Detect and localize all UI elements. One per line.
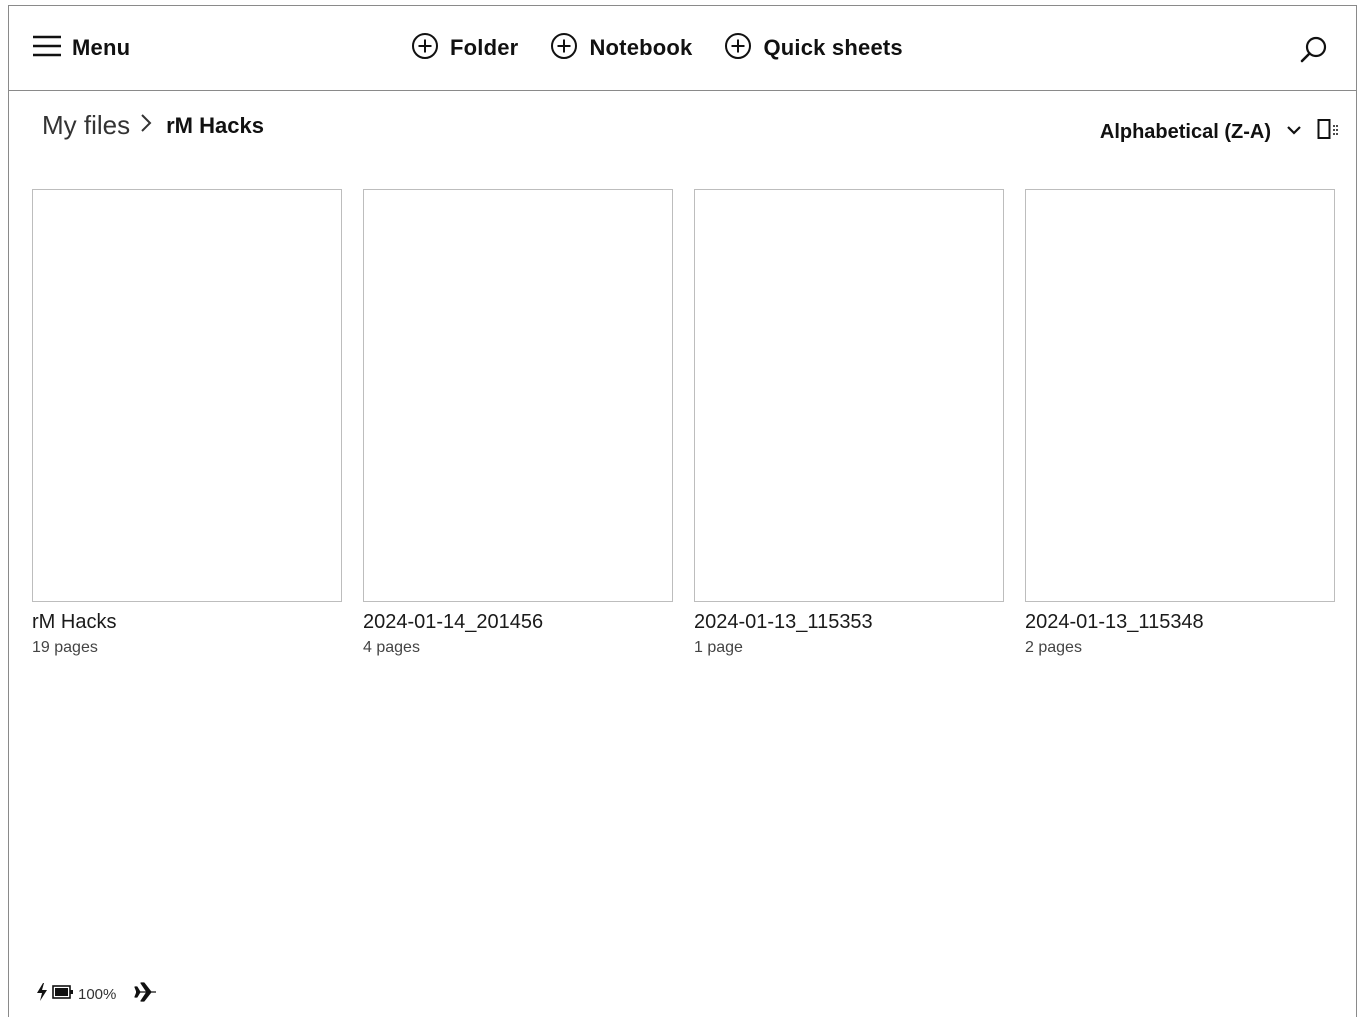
breadcrumb: My files rM Hacks — [42, 110, 264, 141]
document-card[interactable]: 2024-01-13_115348 2 pages — [1025, 189, 1335, 657]
document-card[interactable]: rM Hacks 19 pages — [32, 189, 342, 657]
chevron-down-icon[interactable] — [1285, 123, 1303, 142]
menu-label: Menu — [72, 35, 131, 60]
breadcrumb-my-files[interactable]: My files — [42, 110, 130, 141]
new-folder-label: Folder — [450, 35, 519, 60]
sort-controls: Alphabetical (Z-A) — [1100, 118, 1339, 147]
status-bar: 100% — [36, 981, 158, 1008]
document-card[interactable]: 2024-01-14_201456 4 pages — [363, 189, 673, 657]
menu-button[interactable]: Menu — [32, 32, 130, 64]
quick-sheets-label: Quick sheets — [763, 35, 903, 60]
search-button[interactable] — [1298, 34, 1330, 71]
document-page-count: 1 page — [694, 639, 743, 656]
sort-order-label[interactable]: Alphabetical (Z-A) — [1100, 121, 1271, 144]
chevron-right-icon — [138, 112, 154, 139]
battery-percent: 100% — [78, 986, 117, 1003]
top-toolbar: Menu Folder Notebook Quick sheets — [9, 6, 1356, 91]
document-title: 2024-01-13_115348 — [1025, 611, 1204, 633]
quick-sheets-button[interactable]: Quick sheets — [724, 32, 903, 65]
document-page-count: 2 pages — [1025, 639, 1082, 656]
lightning-icon — [36, 982, 48, 1007]
document-thumbnail[interactable] — [32, 189, 342, 602]
plus-circle-icon — [411, 32, 439, 65]
document-title: rM Hacks — [32, 611, 117, 633]
airplane-icon — [134, 981, 158, 1008]
document-page-count: 19 pages — [32, 639, 98, 656]
search-icon — [1298, 36, 1330, 70]
new-folder-button[interactable]: Folder — [411, 32, 518, 65]
document-grid: rM Hacks 19 pages 2024-01-14_201456 4 pa… — [32, 189, 1356, 657]
plus-circle-icon — [550, 32, 578, 65]
hamburger-icon — [32, 34, 62, 63]
document-thumbnail[interactable] — [694, 189, 1004, 602]
document-title: 2024-01-14_201456 — [363, 611, 544, 633]
plus-circle-icon — [724, 32, 752, 65]
breadcrumb-current: rM Hacks — [166, 112, 264, 138]
document-card[interactable]: 2024-01-13_115353 1 page — [694, 189, 1004, 657]
new-notebook-label: Notebook — [589, 35, 693, 60]
document-thumbnail[interactable] — [363, 189, 673, 602]
view-toggle-icon[interactable] — [1317, 118, 1339, 147]
create-actions: Folder Notebook Quick sheets — [411, 32, 935, 64]
document-title: 2024-01-13_115353 — [694, 611, 873, 633]
new-notebook-button[interactable]: Notebook — [550, 32, 692, 65]
document-thumbnail[interactable] — [1025, 189, 1335, 602]
document-page-count: 4 pages — [363, 639, 420, 656]
battery-icon — [52, 984, 74, 1005]
